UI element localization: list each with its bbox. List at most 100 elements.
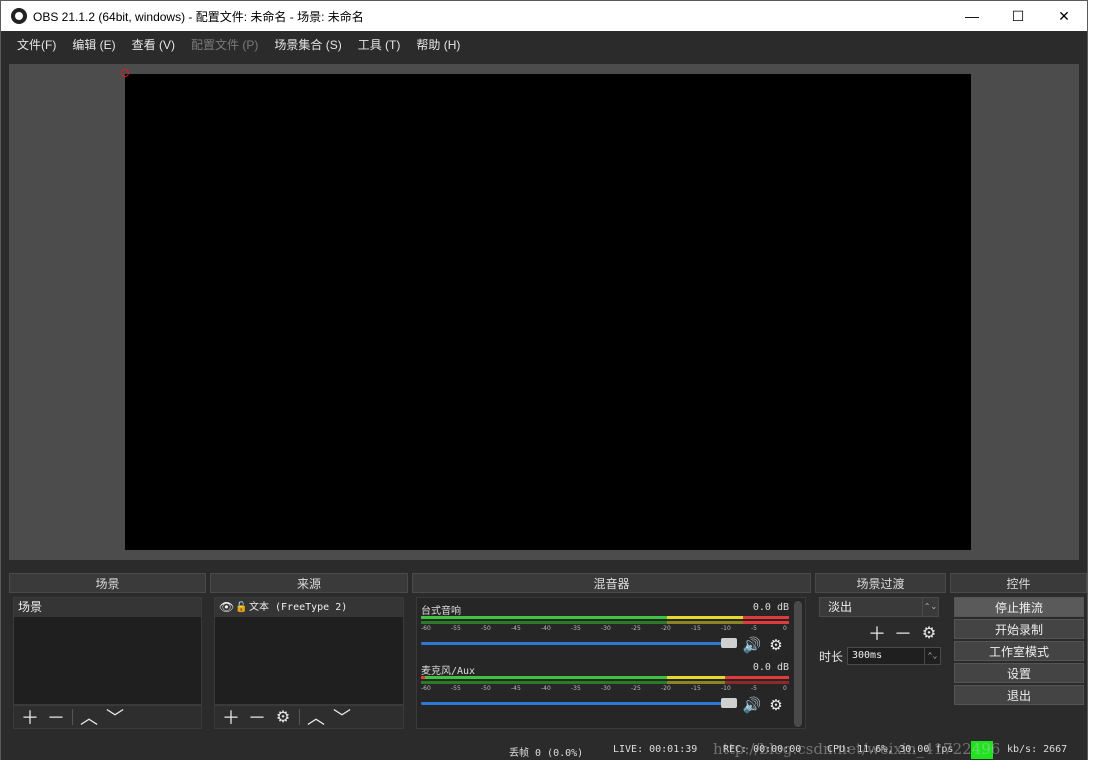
speaker-icon[interactable]: 🔊 <box>743 636 762 654</box>
sources-toolbar: ＋ － ⚙ ︿ ﹀ <box>214 705 404 729</box>
menu-edit[interactable]: 编辑 (E) <box>64 36 123 53</box>
add-scene-plus-icon[interactable]: ＋ <box>20 707 40 728</box>
tick-label: -20 <box>661 625 671 632</box>
move-up-chevron-icon[interactable]: ︿ <box>79 707 99 728</box>
chevron-updown-icon[interactable]: ⌃⌄ <box>924 648 940 664</box>
menu-scene-collection[interactable]: 场景集合 (S) <box>266 36 349 53</box>
tick-label: -35 <box>571 625 581 632</box>
meter-ticks: -60 -55 -50 -45 -40 -35 -30 -25 -20 -15 … <box>421 685 789 695</box>
remove-source-minus-icon[interactable]: － <box>247 707 267 728</box>
toolbar-divider <box>299 709 300 725</box>
channel-db: 0.0 dB <box>752 602 789 613</box>
sources-list: 👁 🔓 文本 (FreeType 2) <box>214 597 404 705</box>
tick-label: -55 <box>451 625 461 632</box>
maximize-button[interactable]: ☐ <box>995 1 1041 31</box>
start-recording-button[interactable]: 开始录制 <box>954 619 1084 639</box>
tick-label: -50 <box>481 685 491 692</box>
duration-input[interactable]: 300ms ⌃⌄ <box>847 647 941 665</box>
source-properties-gear-icon[interactable]: ⚙ <box>273 707 293 727</box>
exit-button[interactable]: 退出 <box>954 685 1084 705</box>
channel-name: 麦克风/Aux <box>421 666 476 677</box>
preview-canvas[interactable] <box>125 74 971 550</box>
volume-slider[interactable] <box>421 702 731 705</box>
transitions-dock-title: 场景过渡 <box>815 573 946 593</box>
scenes-list: 场景 <box>13 597 202 705</box>
transition-properties-gear-icon[interactable]: ⚙ <box>919 623 939 643</box>
tick-label: -50 <box>481 625 491 632</box>
source-item-label: 文本 (FreeType 2) <box>249 602 348 613</box>
source-anchor-handle[interactable] <box>121 69 129 77</box>
channel-settings-gear-icon[interactable]: ⚙ <box>767 696 785 714</box>
background-window <box>0 760 1095 769</box>
chevron-updown-icon: ⌃⌄ <box>922 598 938 616</box>
menu-tools[interactable]: 工具 (T) <box>350 36 409 53</box>
channel-settings-gear-icon[interactable]: ⚙ <box>767 636 785 654</box>
obs-logo-icon <box>11 8 27 24</box>
move-down-chevron-icon[interactable]: ﹀ <box>105 707 125 728</box>
speaker-icon[interactable]: 🔊 <box>743 696 762 714</box>
tick-label: -40 <box>541 685 551 692</box>
menu-help[interactable]: 帮助 (H) <box>408 36 468 53</box>
minimize-button[interactable]: — <box>949 1 995 31</box>
mixer-panel: 台式音响 0.0 dB -60 -55 -50 -45 -40 -35 -30 … <box>416 597 806 729</box>
lock-icon[interactable]: 🔓 <box>235 598 249 617</box>
settings-button[interactable]: 设置 <box>954 663 1084 683</box>
tick-label: -30 <box>601 625 611 632</box>
tick-label: -45 <box>511 685 521 692</box>
live-timer: LIVE: 00:01:39 <box>613 744 698 755</box>
studio-mode-button[interactable]: 工作室模式 <box>954 641 1084 661</box>
tick-label: -25 <box>631 625 641 632</box>
tick-label: -60 <box>421 625 431 632</box>
tick-label: -5 <box>751 685 757 692</box>
toolbar-divider <box>72 709 73 725</box>
mixer-scrollbar[interactable] <box>794 601 802 727</box>
stop-streaming-button[interactable]: 停止推流 <box>954 597 1084 617</box>
controls-dock: 控件 停止推流 开始录制 工作室模式 设置 退出 <box>950 573 1087 733</box>
transition-toolbar: ＋ － ⚙ <box>867 623 945 644</box>
tick-label: 0 <box>783 625 787 632</box>
move-down-chevron-icon[interactable]: ﹀ <box>332 707 352 728</box>
duration-label: 时长 <box>819 650 844 664</box>
tick-label: -20 <box>661 685 671 692</box>
menu-file[interactable]: 文件(F) <box>9 36 64 53</box>
status-bar: 丢帧 0 (0.0%) LIVE: 00:01:39 REC: 00:00:00… <box>1 739 1087 761</box>
channel-db: 0.0 dB <box>752 662 789 673</box>
menu-profile[interactable]: 配置文件 (P) <box>183 36 266 53</box>
tick-label: -35 <box>571 685 581 692</box>
tick-label: -45 <box>511 625 521 632</box>
move-up-chevron-icon[interactable]: ︿ <box>306 707 326 728</box>
add-transition-plus-icon[interactable]: ＋ <box>867 623 887 644</box>
tick-label: -10 <box>721 685 731 692</box>
sources-dock-title: 来源 <box>210 573 408 593</box>
close-button[interactable]: ✕ <box>1041 1 1087 31</box>
mixer-channel-desktop: 台式音响 0.0 dB -60 -55 -50 -45 -40 -35 -30 … <box>421 602 789 662</box>
preview-area <box>9 64 1079 560</box>
volume-slider-handle[interactable] <box>721 638 737 648</box>
scenes-dock-title: 场景 <box>9 573 206 593</box>
menu-view[interactable]: 查看 (V) <box>124 36 183 53</box>
scene-item[interactable]: 场景 <box>14 598 201 617</box>
meter-ticks: -60 -55 -50 -45 -40 -35 -30 -25 -20 -15 … <box>421 625 789 635</box>
tick-label: -25 <box>631 685 641 692</box>
volume-slider[interactable] <box>421 642 731 645</box>
volume-meter <box>421 616 789 624</box>
volume-slider-handle[interactable] <box>721 698 737 708</box>
tick-label: 0 <box>783 685 787 692</box>
bitrate: kb/s: 2667 <box>1007 744 1068 755</box>
transition-select[interactable]: 淡出 ⌃⌄ <box>819 597 939 617</box>
add-source-plus-icon[interactable]: ＋ <box>221 707 241 728</box>
remove-scene-minus-icon[interactable]: － <box>46 707 66 728</box>
source-item[interactable]: 👁 🔓 文本 (FreeType 2) <box>215 598 403 617</box>
sources-dock: 来源 👁 🔓 文本 (FreeType 2) ＋ － ⚙ ︿ ﹀ <box>210 573 408 733</box>
obs-window: OBS 21.1.2 (64bit, windows) - 配置文件: 未命名 … <box>0 0 1088 769</box>
tick-label: -15 <box>691 685 701 692</box>
tick-label: -10 <box>721 625 731 632</box>
remove-transition-minus-icon[interactable]: － <box>893 623 913 644</box>
tick-label: -5 <box>751 625 757 632</box>
dropped-frames: 丢帧 0 (0.0%) <box>509 748 584 759</box>
duration-value: 300ms <box>852 650 883 661</box>
mixer-channel-mic: 麦克风/Aux 0.0 dB -60 -55 -50 -45 -40 -35 -… <box>421 662 789 722</box>
volume-meter <box>421 676 789 684</box>
visibility-eye-icon[interactable]: 👁 <box>219 598 235 617</box>
transition-select-value: 淡出 <box>828 600 853 614</box>
